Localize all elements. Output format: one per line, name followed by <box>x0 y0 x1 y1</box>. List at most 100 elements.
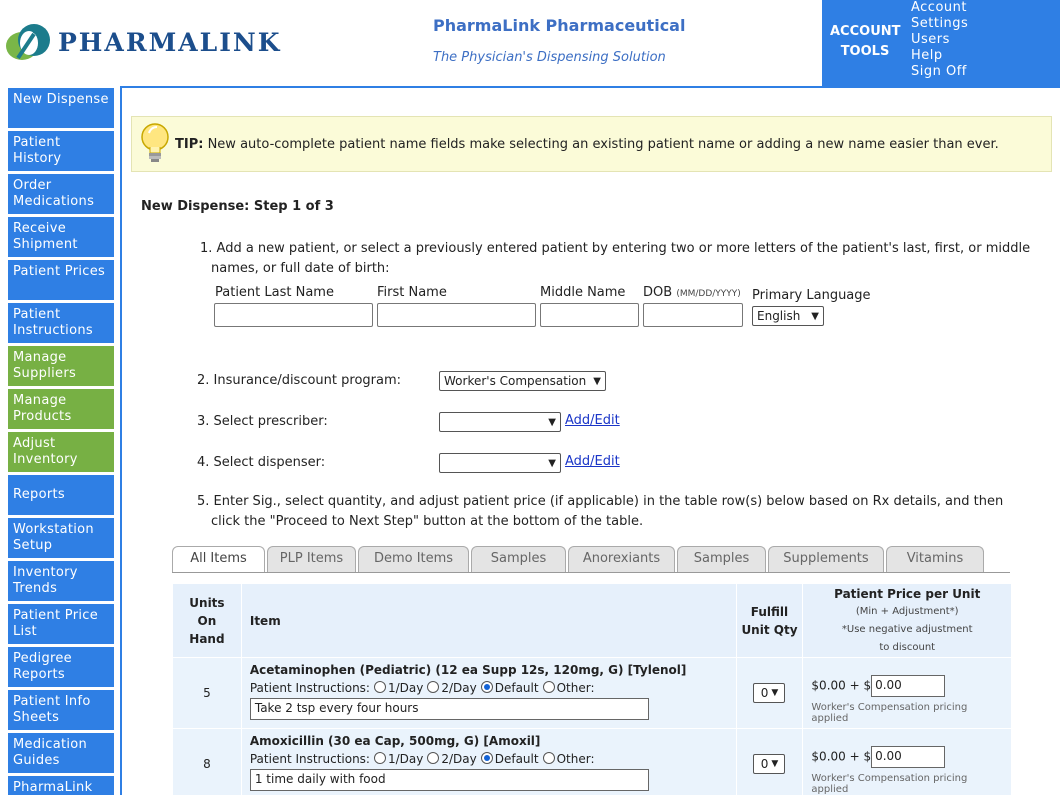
option-2-day-label: 2/Day <box>441 752 477 766</box>
dob-label: DOB <box>643 285 673 300</box>
option-1-day-label: 1/Day <box>387 681 424 695</box>
tip-message: New auto-complete patient name fields ma… <box>207 136 999 152</box>
header: PHARMALINK PharmaLink Pharmaceutical The… <box>0 0 1060 86</box>
account-tools-panel: ACCOUNT TOOLS Account Settings Users Hel… <box>822 0 1060 86</box>
price-adjustment-input[interactable]: 0.00 <box>871 746 946 768</box>
tab-all-items[interactable]: All Items <box>172 546 265 573</box>
radio-1-day[interactable] <box>373 752 386 764</box>
sidebar-item-manage-products[interactable]: Manage Products <box>8 389 114 429</box>
insurance-value: Worker's Compensation <box>444 374 587 388</box>
tip-label: TIP: <box>175 136 204 152</box>
first-name-label: First Name <box>377 285 447 300</box>
radio-other[interactable] <box>542 752 555 764</box>
price-cell: $0.00 + $0.00 Worker's Compensation prici… <box>802 728 1012 795</box>
step5-instruction-line1: 5. Enter Sig., select quantity, and adju… <box>197 494 1004 509</box>
option-2-day-label: 2/Day <box>441 681 477 695</box>
radio-other[interactable] <box>542 681 555 693</box>
logo[interactable]: PHARMALINK <box>4 20 282 64</box>
sidebar-item-workstation-setup[interactable]: Workstation Setup <box>8 518 114 558</box>
tip-banner: TIP: New auto-complete patient name fiel… <box>131 116 1052 172</box>
step3-label: 3. Select prescriber: <box>197 414 328 429</box>
item-header: Item <box>240 583 737 658</box>
sidebar-item-new-dispense[interactable]: New Dispense <box>8 88 114 128</box>
instructions-input[interactable]: Take 2 tsp every four hours <box>249 698 649 720</box>
middle-name-input[interactable] <box>540 303 639 327</box>
sidebar-item-patient-instructions[interactable]: Patient Instructions <box>8 303 114 343</box>
units-cell: 5 <box>172 657 242 729</box>
sidebar-item-adjust-inventory[interactable]: Adjust Inventory <box>8 432 114 472</box>
tab-demo-items[interactable]: Demo Items <box>358 546 469 572</box>
price-prefix: $0.00 + $ <box>811 678 872 693</box>
qty-select[interactable]: 0 ▼ <box>753 754 786 774</box>
tab-plp-items[interactable]: PLP Items <box>267 546 356 572</box>
sidebar-item-pedigree-reports[interactable]: Pedigree Reports <box>8 647 114 687</box>
chevron-down-icon: ▼ <box>548 457 556 469</box>
units-header-line1: Units <box>189 595 225 610</box>
header-divider <box>120 86 1060 88</box>
content-divider <box>120 86 122 795</box>
option-1-day-label: 1/Day <box>387 752 424 766</box>
step1-instruction-line2: names, or full date of birth: <box>211 261 390 276</box>
item-cell: Acetaminophen (Pediatric) (12 ea Supp 12… <box>240 657 737 729</box>
radio-2-day[interactable] <box>427 752 440 764</box>
radio-2-day[interactable] <box>427 681 440 693</box>
sidebar-item-order-medications[interactable]: Order Medications <box>8 174 114 214</box>
chevron-down-icon: ▼ <box>593 375 601 387</box>
items-table: Units On Hand Item Fulfill Unit Qty Pati… <box>172 583 1012 795</box>
chevron-down-icon: ▼ <box>771 688 779 698</box>
tab-samples[interactable]: Samples <box>677 546 766 572</box>
units-header-line2: On <box>197 613 217 628</box>
instructions-row: Patient Instructions: 1/Day 2/Day Default Ot… <box>250 752 728 766</box>
qty-value: 0 <box>760 686 769 700</box>
help-link[interactable]: Help <box>911 48 981 64</box>
prescriber-select[interactable]: ▼ <box>439 412 561 432</box>
sidebar-item-receive-shipment[interactable]: Receive Shipment <box>8 217 114 257</box>
price-cell: $0.00 + $0.00 Worker's Compensation prici… <box>802 657 1012 729</box>
first-name-input[interactable] <box>377 303 536 327</box>
dob-format-hint: (MM/DD/YYYY) <box>676 289 741 299</box>
chevron-down-icon: ▼ <box>548 416 556 428</box>
logo-text: PHARMALINK <box>58 27 282 57</box>
step5-instruction-line2: click the "Proceed to Next Step" button … <box>211 514 644 529</box>
sidebar-item-inventory-trends[interactable]: Inventory Trends <box>8 561 114 601</box>
sidebar-item-patient-price-list[interactable]: Patient Price List <box>8 604 114 644</box>
tab-samples[interactable]: Samples <box>471 546 566 572</box>
account-settings-link[interactable]: Account Settings <box>911 0 981 32</box>
price-adjustment-input[interactable]: 0.00 <box>871 675 946 697</box>
tab-supplements[interactable]: Supplements <box>768 546 884 572</box>
tab-anorexiants[interactable]: Anorexiants <box>568 546 675 572</box>
sidebar-item-manage-suppliers[interactable]: Manage Suppliers <box>8 346 114 386</box>
last-name-label: Patient Last Name <box>215 285 334 300</box>
instructions-input[interactable]: 1 time daily with food <box>249 769 649 791</box>
tab-baseline <box>172 572 1010 573</box>
prescriber-add-edit-link[interactable]: Add/Edit <box>565 413 620 428</box>
radio-default[interactable] <box>480 752 493 764</box>
item-cell: Amoxicillin (30 ea Cap, 500mg, G) [Amoxi… <box>240 728 737 795</box>
dob-label-group: DOB (MM/DD/YYYY) <box>643 285 741 300</box>
insurance-select[interactable]: Worker's Compensation ▼ <box>439 371 606 391</box>
sidebar-item-pharmalink[interactable]: PharmaLink <box>8 776 114 795</box>
option-default-label: Default <box>494 681 539 695</box>
sidebar-item-patient-info-sheets[interactable]: Patient Info Sheets <box>8 690 114 730</box>
radio-1-day[interactable] <box>373 681 386 693</box>
sidebar-item-reports[interactable]: Reports <box>8 475 114 515</box>
units-cell: 8 <box>172 728 242 795</box>
users-link[interactable]: Users <box>911 32 981 48</box>
tab-vitamins[interactable]: Vitamins <box>886 546 984 572</box>
sidebar-item-medication-guides[interactable]: Medication Guides <box>8 733 114 773</box>
dob-input[interactable] <box>643 303 743 327</box>
table-row: 8 Amoxicillin (30 ea Cap, 500mg, G) [Amox… <box>172 728 1012 795</box>
language-select[interactable]: English ▼ <box>752 306 824 326</box>
last-name-input[interactable] <box>214 303 373 327</box>
lightbulb-icon <box>141 123 169 162</box>
dispenser-add-edit-link[interactable]: Add/Edit <box>565 454 620 469</box>
qty-select[interactable]: 0 ▼ <box>753 683 786 703</box>
sidebar-item-patient-prices[interactable]: Patient Prices <box>8 260 114 300</box>
fulfill-header-line1: Fulfill <box>750 604 789 619</box>
sidebar-item-patient-history[interactable]: Patient History <box>8 131 114 171</box>
radio-default[interactable] <box>480 681 493 693</box>
dispenser-select[interactable]: ▼ <box>439 453 561 473</box>
step1-instruction-line1: 1. Add a new patient, or select a previo… <box>200 241 1031 256</box>
pricing-note: Worker's Compensation pricing applied <box>811 773 968 795</box>
sign-off-link[interactable]: Sign Off <box>911 64 981 80</box>
